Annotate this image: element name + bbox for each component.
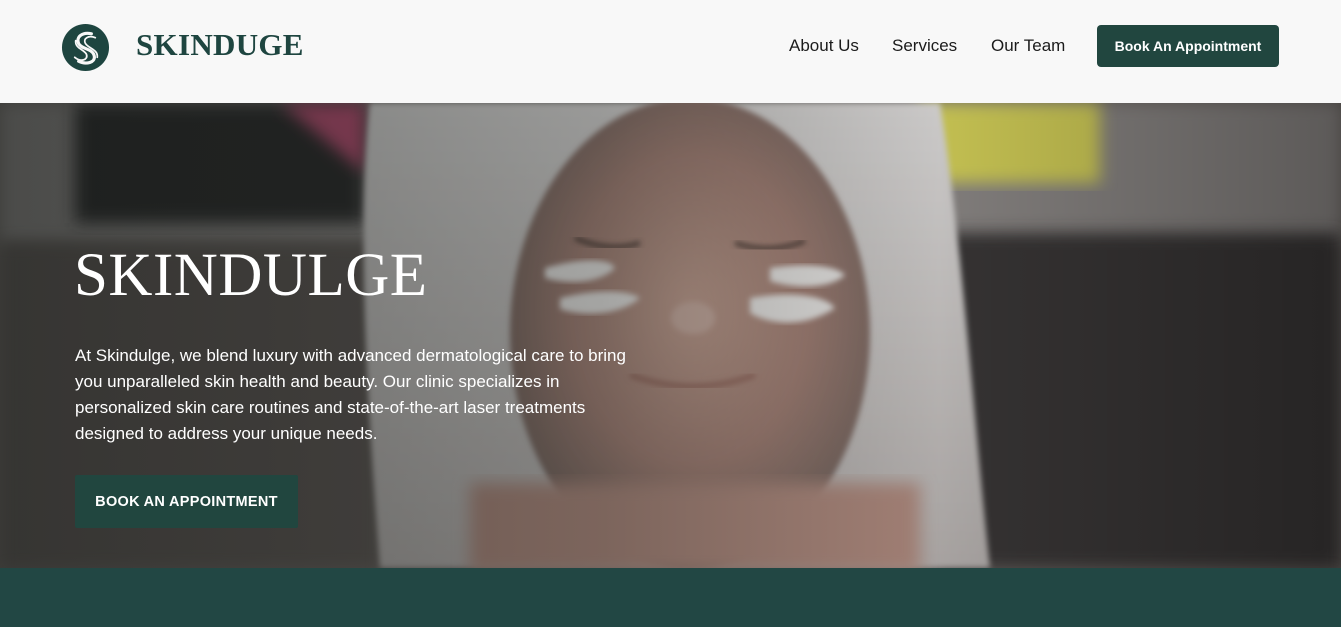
- swirl-s-logo-icon[interactable]: [61, 23, 110, 72]
- brand-name[interactable]: SKINDUGE: [136, 27, 304, 63]
- book-appointment-hero-button[interactable]: BOOK AN APPOINTMENT: [75, 475, 298, 528]
- hero-description: At Skindulge, we blend luxury with advan…: [75, 346, 626, 443]
- next-section-band: [0, 568, 1341, 627]
- nav-about-us[interactable]: About Us: [789, 36, 859, 56]
- book-appointment-header-button[interactable]: Book An Appointment: [1097, 25, 1279, 67]
- nav-our-team[interactable]: Our Team: [991, 36, 1065, 56]
- hero-title: SKINDULGE: [74, 242, 428, 309]
- hero-section: SKINDULGE At Skindulge, we blend luxury …: [0, 103, 1341, 568]
- nav-services[interactable]: Services: [892, 36, 957, 56]
- site-header: SKINDUGE About Us Services Our Team Book…: [0, 0, 1341, 103]
